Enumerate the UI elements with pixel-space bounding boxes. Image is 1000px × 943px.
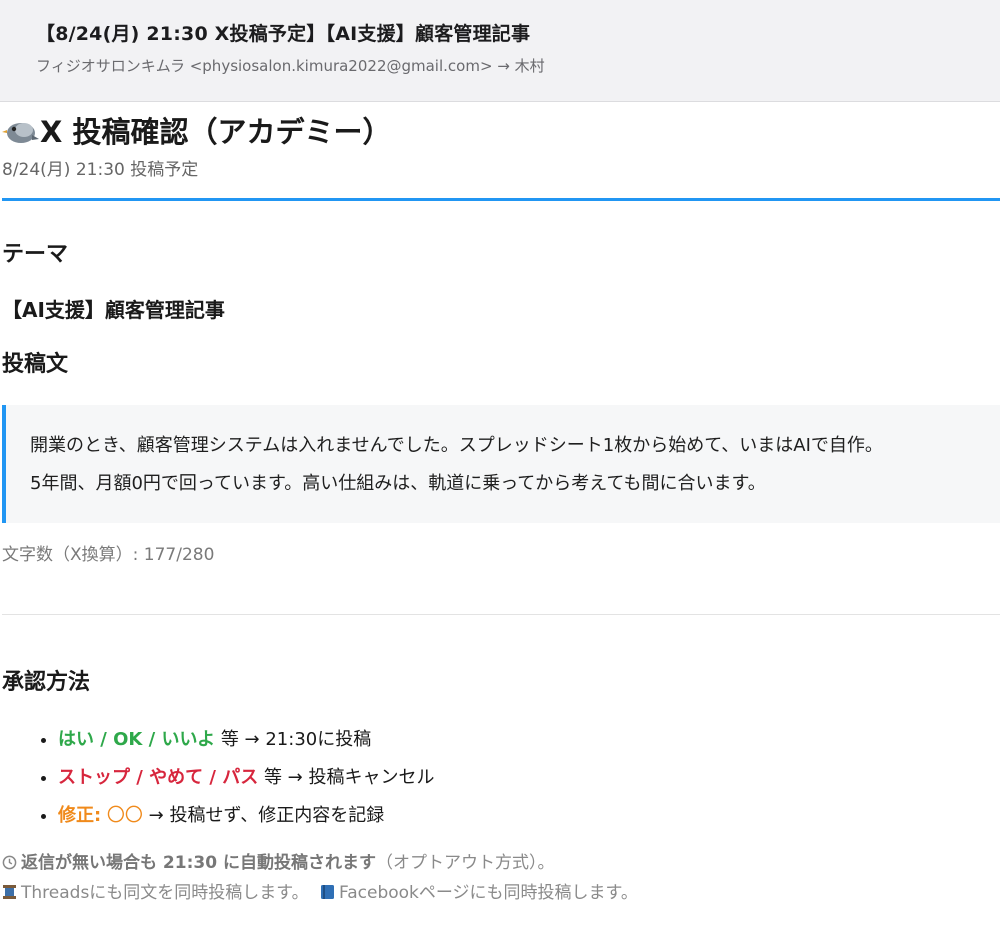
email-header: 【8/24(月) 21:30 X投稿予定】【AI支援】顧客管理記事 フィジオサロ… — [0, 0, 1000, 102]
accent-divider — [2, 198, 1000, 201]
threads-note: Threadsにも同文を同時投稿します。 — [21, 883, 309, 903]
clock-icon — [2, 851, 17, 879]
auto-post-note: 返信が無い場合も 21:30 に自動投稿されます（オプトアウト方式）。 — [2, 849, 1000, 879]
book-icon — [320, 881, 335, 909]
email-subject: 【8/24(月) 21:30 X投稿予定】【AI支援】顧客管理記事 — [36, 23, 531, 45]
scheduled-date: 8/24(月) 21:30 投稿予定 — [2, 160, 199, 180]
email-from-to: フィジオサロンキムラ <physiosalon.kimura2022@gmail… — [36, 57, 545, 75]
footer-notes: 返信が無い場合も 21:30 に自動投稿されます（オプトアウト方式）。 Thre… — [2, 849, 1000, 909]
section-divider — [2, 614, 1000, 615]
cancel-action: 等 → 投稿キャンセル — [258, 767, 435, 788]
email-body: X 投稿確認（アカデミー） 8/24(月) 21:30 投稿予定 テーマ 【AI… — [0, 110, 1000, 909]
auto-post-bold: 返信が無い場合も 21:30 に自動投稿されます — [21, 853, 376, 873]
approval-heading: 承認方法 — [2, 670, 91, 695]
page-title-row: X 投稿確認（アカデミー） — [2, 110, 1000, 154]
crosspost-note: Threadsにも同文を同時投稿します。 Facebookページにも同時投稿しま… — [2, 879, 1000, 909]
edit-keyword: 修正: — [58, 805, 102, 826]
post-text-line: 5年間、月額0円で回っています。高い仕組みは、軌道に乗ってから考えても間に合いま… — [30, 473, 766, 494]
post-text-line: 開業のとき、顧客管理システムは入れませんでした。スプレッドシート1枚から始めて、… — [30, 435, 883, 456]
post-heading: 投稿文 — [2, 352, 69, 377]
facebook-note: Facebookページにも同時投稿します。 — [339, 883, 638, 903]
list-item: 修正: 〇〇 → 投稿せず、修正内容を記録 — [58, 797, 1000, 835]
list-item: ストップ / やめて / パス 等 → 投稿キャンセル — [58, 759, 1000, 797]
edit-action: → 投稿せず、修正内容を記録 — [142, 805, 385, 826]
theme-heading: テーマ — [2, 242, 69, 267]
approval-list: はい / OK / いいよ 等 → 21:30に投稿 ストップ / やめて / … — [2, 721, 1000, 835]
theme-value: 【AI支援】顧客管理記事 — [2, 298, 225, 322]
post-text-box: 開業のとき、顧客管理システムは入れませんでした。スプレッドシート1枚から始めて、… — [2, 405, 1000, 523]
char-count: 文字数（X換算）: 177/280 — [2, 545, 215, 565]
page-title: X 投稿確認（アカデミー） — [40, 115, 392, 149]
list-item: はい / OK / いいよ 等 → 21:30に投稿 — [58, 721, 1000, 759]
edit-placeholder: 〇〇 — [101, 805, 143, 826]
spool-icon — [2, 881, 17, 909]
approve-keywords: はい / OK / いいよ — [58, 729, 216, 750]
bird-icon — [2, 115, 40, 149]
approve-action: 等 → 21:30に投稿 — [215, 729, 372, 750]
cancel-keywords: ストップ / やめて / パス — [58, 767, 259, 788]
auto-post-rest: （オプトアウト方式）。 — [375, 853, 555, 873]
